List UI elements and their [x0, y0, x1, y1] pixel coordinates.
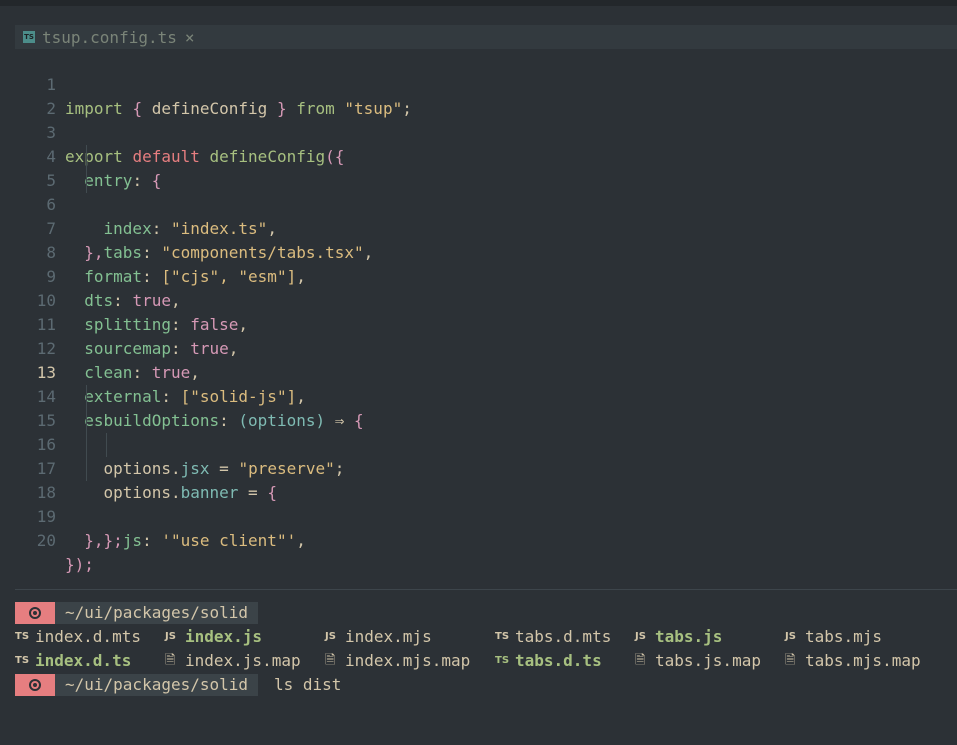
token: });: [65, 555, 94, 574]
prompt-path: ~/ui/packages/solid: [55, 674, 259, 696]
javascript-icon: JS: [635, 631, 646, 642]
indent-guide: [86, 409, 87, 433]
file-name: tabs.js: [655, 627, 723, 646]
code-line: 3 export default defineConfig({: [0, 97, 957, 166]
file-entry: JS tabs.js: [635, 625, 722, 649]
indent-guide: [86, 385, 87, 409]
file-entry: 🗎 tabs.mjs.map: [785, 649, 921, 673]
file-name: index.d.mts: [35, 627, 141, 646]
indent-guide: [86, 145, 87, 169]
indent-guide: [86, 457, 87, 481]
code-line: 14 esbuildOptions: (options) ⇒ {: [0, 361, 957, 430]
typescript-icon: TS: [15, 631, 30, 642]
file-entry: 🗎 index.mjs.map: [325, 649, 470, 673]
file-name: tabs.d.mts: [515, 627, 612, 646]
window-top-border: [0, 0, 957, 6]
code-line: 2: [0, 73, 957, 118]
line-number: 20: [36, 531, 56, 550]
file-name: tabs.mjs.map: [805, 651, 921, 670]
code-line: 19 },: [0, 481, 957, 550]
file-name: tabs.mjs: [805, 627, 883, 646]
prompt-os-badge: [15, 674, 55, 696]
editor-tab-bar: TS tsup.config.ts ×: [15, 25, 957, 49]
token: ,: [296, 531, 306, 550]
pane-divider[interactable]: [15, 589, 957, 590]
file-entry: JS index.js: [165, 625, 262, 649]
file-name: index.mjs.map: [345, 651, 471, 670]
code-line: 4 entry: {: [0, 121, 957, 190]
javascript-icon: JS: [165, 631, 176, 642]
code-line: 8 format: ["cjs", "esm"],: [0, 217, 957, 286]
javascript-icon: JS: [785, 631, 796, 642]
code-line: 18 };: [0, 457, 957, 550]
javascript-icon: JS: [325, 631, 336, 642]
document-icon: 🗎: [635, 653, 646, 668]
typescript-icon: TS: [495, 631, 510, 642]
token: js: [122, 531, 143, 550]
code-line-current: 13 external: ["solid-js"],: [0, 337, 957, 406]
code-line: 7 },: [0, 193, 957, 262]
prompt-path: ~/ui/packages/solid: [55, 602, 259, 624]
prompt-icon: [29, 679, 41, 691]
code-line: 16 options.banner = {: [0, 409, 957, 502]
tab-tsup-config[interactable]: TS tsup.config.ts ×: [23, 25, 195, 49]
close-icon[interactable]: ×: [185, 28, 195, 47]
tab-label: tsup.config.ts: [42, 27, 177, 47]
file-name: tabs.js.map: [655, 651, 761, 670]
document-icon: 🗎: [165, 653, 176, 668]
file-entry: JS index.mjs: [325, 625, 432, 649]
file-entry: TS tabs.d.ts: [495, 649, 602, 673]
indent-guide: [86, 433, 87, 457]
file-entry: 🗎 index.js.map: [165, 649, 301, 673]
file-entry: 🗎 tabs.js.map: [635, 649, 761, 673]
code-line: 1 import { defineConfig } from "tsup";: [0, 49, 957, 118]
code-line: 10 splitting: false,: [0, 265, 957, 334]
code-line: 11 sourcemap: true,: [0, 289, 957, 358]
document-icon: 🗎: [325, 653, 336, 668]
typescript-icon: TS: [15, 655, 30, 666]
code-line: 9 dts: true,: [0, 241, 957, 310]
file-name: index.d.ts: [35, 651, 132, 670]
file-name: index.mjs: [345, 627, 432, 646]
document-icon: 🗎: [785, 653, 796, 668]
file-entry: TS tabs.d.mts: [495, 625, 611, 649]
token: };: [103, 531, 123, 550]
file-entry: TS index.d.ts: [15, 649, 131, 673]
prompt-os-badge: [15, 602, 55, 624]
file-name: index.js: [185, 627, 263, 646]
prompt-icon: [29, 607, 41, 619]
file-name: tabs.d.ts: [515, 651, 602, 670]
code-line: 20 });: [0, 505, 957, 574]
token: '"use client"': [161, 531, 297, 550]
typescript-file-icon: TS: [23, 31, 35, 43]
token: },: [84, 531, 104, 550]
indent-guide: [106, 433, 107, 457]
token: :: [142, 531, 152, 550]
file-name: index.js.map: [185, 651, 301, 670]
code-line: 17 js: '"use client"',: [0, 433, 957, 550]
code-line: 12 clean: true,: [0, 313, 957, 382]
indent-guide: [86, 169, 87, 193]
file-entry: TS index.d.mts: [15, 625, 141, 649]
code-line: 6 tabs: "components/tabs.tsx",: [0, 169, 957, 262]
terminal-prompt-line: ~/ui/packages/solid ls dist: [15, 601, 957, 694]
code-line: 5 index: "index.ts",: [0, 145, 957, 238]
code-line: 15 options.jsx = "preserve";: [0, 385, 957, 478]
terminal-prompt-line[interactable]: ~/ui/packages/solid: [15, 673, 957, 697]
typescript-icon: TS: [495, 655, 510, 666]
file-entry: JS tabs.mjs: [785, 625, 882, 649]
